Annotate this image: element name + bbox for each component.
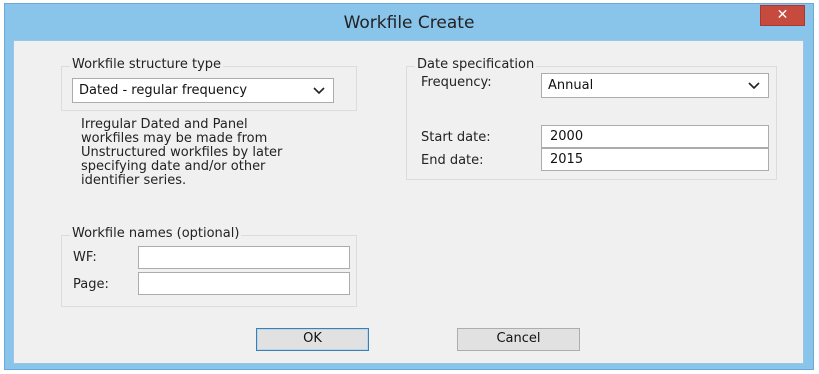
- chevron-down-icon: [313, 87, 325, 95]
- workfile-names-group: Workfile names (optional) WF: Page:: [61, 226, 357, 307]
- note-line: Irregular Dated and Panel: [81, 117, 248, 132]
- structure-type-value: Dated - regular frequency: [79, 83, 248, 98]
- dialog-title: Workfile Create: [343, 13, 475, 33]
- title-bar[interactable]: Workfile Create ✕: [5, 4, 813, 44]
- end-date-label: End date:: [421, 153, 484, 168]
- page-label: Page:: [73, 277, 109, 292]
- wf-label: WF:: [73, 250, 97, 265]
- dialog-body: Workfile structure type Dated - regular …: [13, 40, 804, 364]
- wf-name-field[interactable]: [138, 246, 350, 269]
- close-icon: ✕: [776, 7, 789, 23]
- ok-button[interactable]: OK: [256, 328, 369, 351]
- frequency-value: Annual: [548, 78, 594, 93]
- note-line: workfiles may be made from: [81, 131, 268, 146]
- note-line: specifying date and/or other: [81, 159, 266, 174]
- cancel-button[interactable]: Cancel: [457, 328, 580, 351]
- structure-type-group: Workfile structure type Dated - regular …: [61, 57, 357, 111]
- end-date-field[interactable]: 2015: [541, 148, 769, 171]
- structure-type-dropdown[interactable]: Dated - regular frequency: [72, 78, 334, 103]
- frequency-dropdown[interactable]: Annual: [541, 73, 769, 98]
- page-name-field[interactable]: [138, 272, 350, 295]
- note-line: Unstructured workfiles by later: [81, 145, 283, 160]
- structure-note: Irregular Dated and Panel workfiles may …: [81, 118, 282, 188]
- chevron-down-icon: [748, 82, 760, 90]
- note-line: identifier series.: [81, 173, 187, 188]
- workfile-names-group-label: Workfile names (optional): [70, 226, 242, 241]
- structure-type-group-label: Workfile structure type: [70, 57, 224, 72]
- start-date-value: 2000: [550, 129, 584, 144]
- end-date-value: 2015: [550, 152, 584, 167]
- start-date-field[interactable]: 2000: [541, 125, 769, 148]
- date-specification-group-label: Date specification: [415, 57, 537, 72]
- workfile-create-dialog: Workfile Create ✕ Workfile structure typ…: [4, 3, 814, 370]
- start-date-label: Start date:: [421, 130, 491, 145]
- date-specification-group: Date specification Frequency: Annual Sta…: [406, 57, 777, 180]
- frequency-label: Frequency:: [421, 75, 492, 90]
- close-button[interactable]: ✕: [760, 5, 805, 26]
